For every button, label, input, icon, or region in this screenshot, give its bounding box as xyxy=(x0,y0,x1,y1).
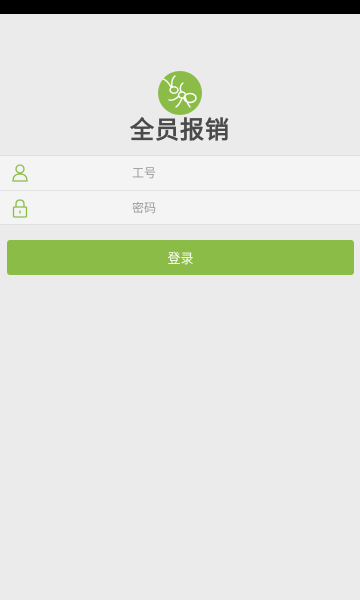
login-button[interactable]: 登录 xyxy=(7,240,354,275)
employee-id-row xyxy=(0,156,360,190)
status-bar xyxy=(0,0,360,14)
password-row xyxy=(0,190,360,224)
app-title: 全员报销 xyxy=(130,116,230,144)
user-icon xyxy=(12,164,28,182)
employee-id-input[interactable] xyxy=(132,160,342,186)
lock-icon xyxy=(12,199,28,218)
password-input[interactable] xyxy=(132,195,342,221)
login-screen: 全员报销 登录 xyxy=(0,14,360,600)
login-form xyxy=(0,155,360,225)
